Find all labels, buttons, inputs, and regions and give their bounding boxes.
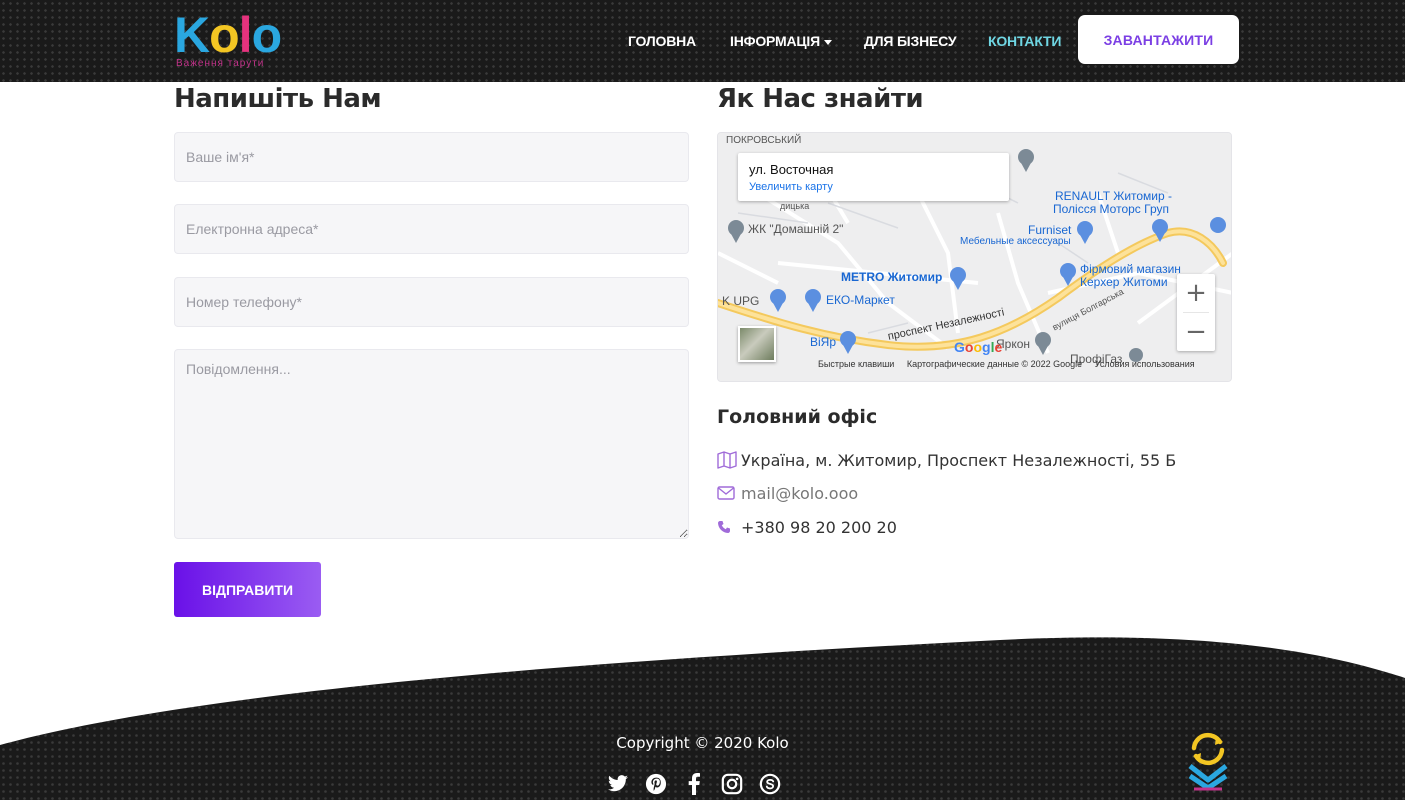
logo-tagline: Важення тарути	[176, 58, 265, 69]
location-title: Як Нас знайти	[717, 84, 924, 114]
phone-row: +380 98 20 200 20	[717, 517, 897, 537]
email-input[interactable]	[174, 204, 689, 254]
chevron-down-icon	[823, 39, 832, 45]
map-label-metro: METRO Житомир	[841, 270, 943, 284]
map-info-card: ул. Восточная Увеличить карту	[738, 153, 1009, 201]
map-label-home: ЖК "Домашній 2"	[748, 222, 844, 236]
message-textarea[interactable]	[174, 349, 689, 539]
satellite-toggle[interactable]	[738, 326, 776, 362]
map-terms-link[interactable]: Условия использования	[1095, 359, 1195, 369]
address-row: Україна, м. Житомир, Проспект Незалежнос…	[717, 450, 1176, 470]
map-label-viyar: ВіЯр	[810, 335, 837, 349]
map-label-renault1: RENAULT Житомир -	[1055, 189, 1173, 203]
enlarge-map-link[interactable]: Увеличить карту	[749, 181, 833, 193]
nav-home[interactable]: ГОЛОВНА	[628, 33, 696, 49]
social-links	[606, 772, 782, 796]
site-header: Kolo Важення тарути ГОЛОВНА ІНФОРМАЦІЯ Д…	[0, 0, 1405, 82]
google-logo: Google	[954, 339, 1003, 355]
map-zoom-control: + −	[1177, 274, 1215, 351]
phone-icon	[717, 520, 739, 534]
instagram-icon[interactable]	[720, 772, 744, 796]
skype-icon[interactable]	[758, 772, 782, 796]
logo[interactable]: Kolo Важення тарути	[174, 8, 286, 72]
zoom-in-button[interactable]: +	[1177, 274, 1215, 312]
download-button[interactable]: ЗАВАНТАЖИТИ	[1078, 15, 1239, 64]
map-label-renault2: Полісся Моторс Груп	[1053, 202, 1169, 216]
office-title: Головний офіс	[717, 406, 878, 428]
map-label-karcher2: Керхер Житоми	[1080, 275, 1168, 289]
map-label-eko: ЕКО-Маркет	[826, 293, 895, 307]
twitter-icon[interactable]	[606, 772, 630, 796]
email-row: mail@kolo.ooo	[717, 483, 858, 503]
map-label-upg: K UPG	[722, 294, 760, 308]
map-label-karcher1: Фірмовий магазин	[1080, 262, 1181, 276]
map-label-pokrov: ПОКРОВСЬКИЙ	[726, 135, 802, 146]
name-input[interactable]	[174, 132, 689, 182]
nav-business[interactable]: ДЛЯ БІЗНЕСУ	[864, 33, 957, 49]
zoom-out-button[interactable]: −	[1177, 313, 1215, 351]
nav-info[interactable]: ІНФОРМАЦІЯ	[730, 33, 832, 49]
send-button[interactable]: ВІДПРАВИТИ	[174, 562, 321, 617]
contact-form-title: Напишіть Нам	[174, 84, 382, 114]
nav-contacts[interactable]: КОНТАКТИ	[988, 33, 1061, 49]
google-map[interactable]: ПОКРОВСЬКИЙ дицька RENAULT Житомир - Пол…	[717, 132, 1232, 382]
address-text: Україна, м. Житомир, Проспект Незалежнос…	[741, 450, 1177, 470]
pinterest-icon[interactable]	[644, 772, 668, 796]
nav-info-label: ІНФОРМАЦІЯ	[730, 33, 820, 49]
map-footer: Быстрые клавиши Картографические данные …	[818, 359, 1205, 369]
logo-wordmark: Kolo	[174, 7, 282, 63]
mail-icon	[717, 486, 739, 500]
map-label-street: дицька	[780, 201, 810, 211]
map-label-furniset: Furniset	[1028, 223, 1072, 237]
phone-input[interactable]	[174, 277, 689, 327]
map-shortcuts-link[interactable]: Быстрые клавиши	[818, 359, 894, 369]
map-label-furniset-sub: Мебельные аксессуары	[960, 236, 1071, 247]
facebook-icon[interactable]	[682, 772, 706, 796]
map-data-credit: Картографические данные © 2022 Google	[906, 359, 1083, 369]
phone-text: +380 98 20 200 20	[741, 517, 897, 537]
footer-logo-icon[interactable]	[1186, 730, 1230, 792]
map-card-title: ул. Восточная	[749, 162, 834, 177]
email-link[interactable]: mail@kolo.ooo	[741, 484, 858, 503]
map-icon	[717, 451, 739, 469]
